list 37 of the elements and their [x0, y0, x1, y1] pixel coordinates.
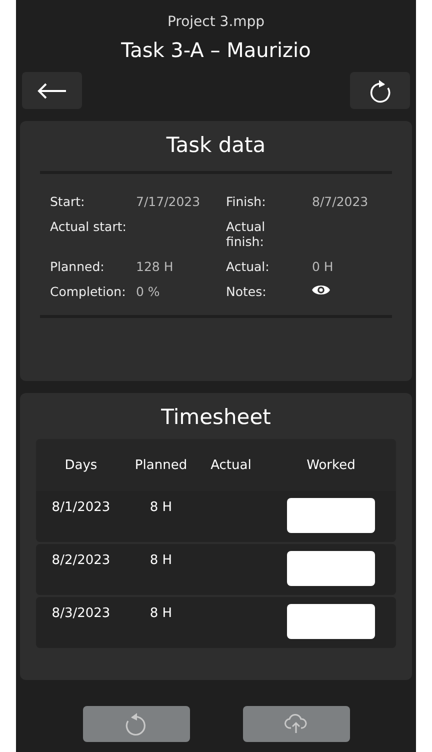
field-value: 0 %	[136, 284, 160, 299]
worked-input[interactable]	[287, 604, 375, 639]
card-title: Task data	[165, 133, 267, 157]
field-label: Planned:	[50, 259, 106, 274]
eye-icon[interactable]	[312, 284, 330, 296]
planned-cell-text: 8 H	[148, 552, 174, 568]
refresh-button[interactable]	[350, 72, 410, 109]
day-cell-text: 8/2/2023	[50, 552, 112, 568]
page-title: Task 3-A – Maurizio	[120, 38, 312, 62]
cloud-upload-icon	[284, 714, 308, 734]
back-icon	[37, 82, 67, 98]
planned-cell-text: 8 H	[148, 499, 174, 515]
undo-icon	[125, 712, 147, 736]
card-title: Timesheet	[160, 405, 272, 429]
field-value: 0 H	[312, 259, 334, 274]
column-header: Actual	[210, 458, 252, 472]
field-value: 128 H	[136, 259, 174, 274]
field-label: Actual finish:	[226, 219, 266, 249]
field-label: Actual start:	[50, 219, 128, 236]
field-label: Completion:	[50, 284, 127, 299]
column-header: Days	[64, 458, 98, 472]
field-value: 7/17/2023	[136, 194, 200, 209]
file-name: Project 3.mpp	[166, 14, 266, 30]
worked-input[interactable]	[287, 551, 375, 586]
day-cell-text: 8/1/2023	[50, 499, 112, 515]
field-value: 8/7/2023	[312, 194, 368, 209]
field-label: Finish:	[226, 194, 267, 209]
back-button[interactable]	[22, 72, 82, 109]
column-header: Worked	[306, 458, 356, 472]
field-label: Notes:	[226, 284, 268, 299]
refresh-icon	[369, 78, 391, 102]
planned-cell-text: 8 H	[148, 605, 174, 621]
field-label: Actual:	[226, 259, 270, 274]
worked-input[interactable]	[287, 498, 375, 533]
day-cell-text: 8/3/2023	[50, 605, 112, 621]
column-header: Planned	[134, 458, 188, 472]
field-label: Start:	[50, 194, 86, 209]
